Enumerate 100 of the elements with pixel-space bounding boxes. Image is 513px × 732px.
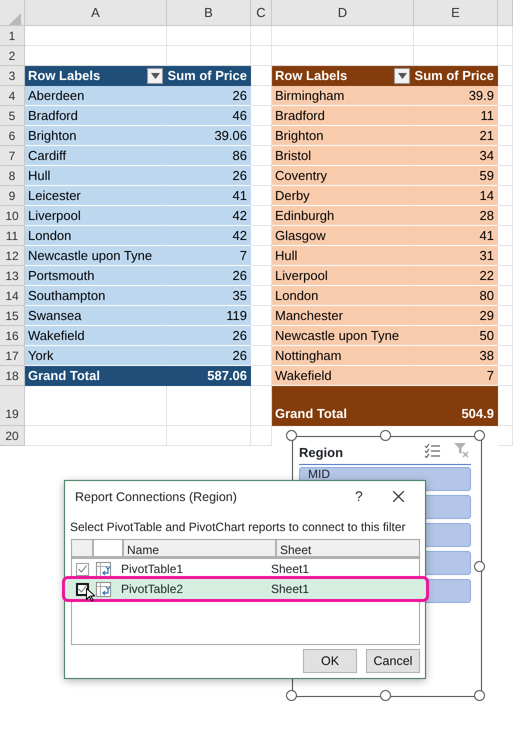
row-label: Swansea [25,306,167,326]
select-all-corner[interactable] [0,0,25,26]
value-cell: 119 [167,306,251,326]
row-header[interactable]: 20 [0,426,25,446]
value-cell: 35 [167,286,251,306]
empty-cell[interactable] [498,326,513,346]
empty-cell[interactable] [498,266,513,286]
multi-select-icon[interactable] [424,444,440,458]
checkbox[interactable] [76,562,89,576]
empty-cell[interactable] [167,26,251,46]
filter-dropdown-button[interactable] [394,68,410,84]
column-header[interactable]: Name [124,540,277,556]
empty-cell[interactable] [414,26,498,46]
empty-cell[interactable] [498,186,513,206]
row-header[interactable]: 11 [0,226,25,246]
row-header[interactable]: 5 [0,106,25,126]
row-header[interactable]: 12 [0,246,25,266]
row-label: London [272,286,414,306]
resize-handle[interactable] [474,561,485,572]
filter-dropdown-button[interactable] [147,68,163,84]
row-header[interactable]: 8 [0,166,25,186]
row-header[interactable]: 13 [0,266,25,286]
grand-total-label: Grand Total [272,386,414,426]
row-header[interactable]: 17 [0,346,25,366]
empty-cell[interactable] [498,166,513,186]
empty-cell[interactable] [498,66,513,86]
row-header[interactable]: 9 [0,186,25,206]
empty-cell[interactable] [498,226,513,246]
empty-cell[interactable] [498,106,513,126]
value-cell: 26 [167,326,251,346]
row-header[interactable]: 3 [0,66,25,86]
empty-cell[interactable] [167,386,251,426]
empty-cell[interactable] [498,386,513,426]
column-header[interactable]: D [272,0,414,26]
row-label: Bradford [25,106,167,126]
empty-cell[interactable] [167,426,251,446]
column-header[interactable]: B [167,0,251,26]
empty-cell[interactable] [498,126,513,146]
column-header[interactable]: A [25,0,167,26]
resize-handle[interactable] [474,430,485,441]
empty-cell[interactable] [498,366,513,386]
empty-cell[interactable] [251,46,272,66]
resize-handle[interactable] [286,690,297,701]
dialog-button[interactable]: OK [303,649,357,673]
row-header[interactable]: 14 [0,286,25,306]
value-cell: 7 [414,366,498,386]
row-label: Portsmouth [25,266,167,286]
empty-cell[interactable] [498,146,513,166]
pivot-table-icon [96,582,111,596]
value-cell: 42 [167,226,251,246]
empty-cell[interactable] [272,26,414,46]
resize-handle[interactable] [380,430,391,441]
report-row[interactable]: PivotTable2 Sheet1 [65,579,426,599]
empty-cell[interactable] [251,426,272,446]
column-header[interactable] [498,0,513,26]
column-header[interactable]: C [251,0,272,26]
value-cell: 39.9 [414,86,498,106]
value-cell: 59 [414,166,498,186]
empty-cell[interactable] [498,346,513,366]
column-header[interactable]: E [414,0,498,26]
empty-cell[interactable] [498,286,513,306]
row-label: Newcastle upon Tyne [272,326,414,346]
row-header[interactable]: 1 [0,26,25,46]
instruction-text: Select PivotTable and PivotChart reports to connect to this filter [70,519,406,536]
column-header[interactable] [72,540,94,556]
empty-cell[interactable] [498,206,513,226]
row-header[interactable]: 4 [0,86,25,106]
value-cell: 41 [167,186,251,206]
row-header[interactable]: 7 [0,146,25,166]
close-icon[interactable] [391,489,406,504]
report-name: PivotTable1 [120,561,184,578]
row-header[interactable]: 6 [0,126,25,146]
row-header[interactable]: 10 [0,206,25,226]
empty-cell[interactable] [498,426,513,446]
empty-cell[interactable] [498,86,513,106]
empty-cell[interactable] [498,306,513,326]
row-header[interactable]: 19 [0,386,25,426]
row-header[interactable]: 18 [0,366,25,386]
row-label: Newcastle upon Tyne [25,246,167,266]
empty-cell[interactable] [498,46,513,66]
row-header[interactable]: 2 [0,46,25,66]
column-label: Row Labels [275,66,348,85]
column-header[interactable]: Sheet [277,540,419,556]
grand-total-value: 587.06 [167,366,251,386]
value-cell: 86 [167,146,251,166]
empty-cell[interactable] [498,246,513,266]
resize-handle[interactable] [286,430,297,441]
dialog-button[interactable]: Cancel [366,649,420,673]
row-label: London [25,226,167,246]
report-name: PivotTable2 [120,581,184,598]
value-cell: 26 [167,346,251,366]
resize-handle[interactable] [474,690,485,701]
empty-cell[interactable] [251,26,272,46]
report-row[interactable]: PivotTable1 Sheet1 [72,559,419,579]
row-label: Cardiff [25,146,167,166]
row-header[interactable]: 16 [0,326,25,346]
resize-handle[interactable] [380,690,391,701]
value-cell: 26 [167,266,251,286]
row-header[interactable]: 15 [0,306,25,326]
row-label: Brighton [25,126,167,146]
